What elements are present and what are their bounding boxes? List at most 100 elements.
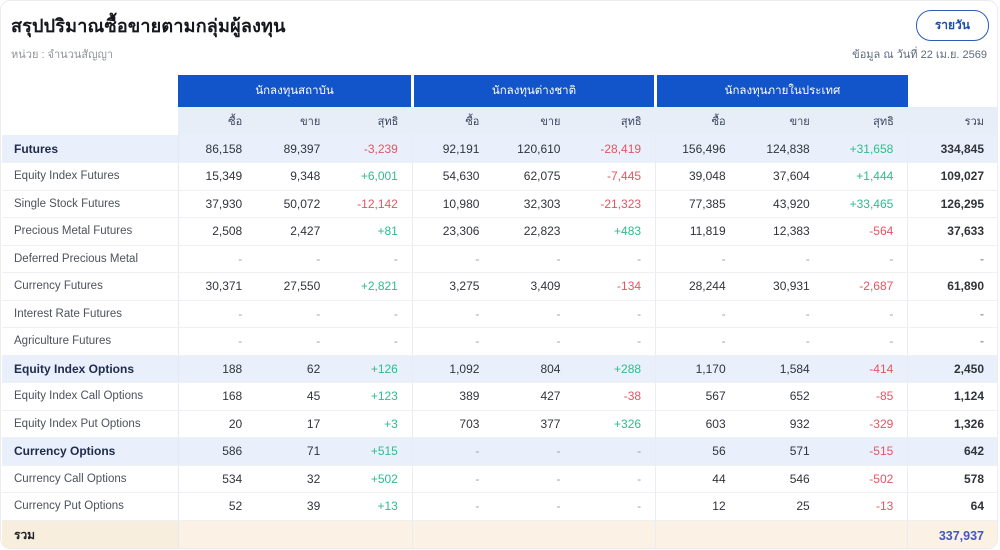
value-cell: +126: [334, 355, 413, 383]
value-cell: 23,306: [412, 217, 494, 246]
value-cell: -: [655, 300, 740, 328]
value-cell: -: [823, 327, 909, 356]
value-cell: +483: [574, 217, 657, 246]
value-cell: -: [574, 300, 657, 328]
value-cell: -515: [823, 437, 909, 466]
value-cell: 2,427: [256, 217, 335, 246]
value-cell: +502: [334, 465, 413, 493]
total-cell: 334,845: [907, 135, 997, 163]
value-cell: 86,158: [178, 135, 257, 163]
value-cell: -: [334, 300, 413, 328]
value-cell: 586: [178, 437, 257, 466]
value-cell: -21,323: [574, 190, 657, 218]
value-cell: -: [334, 327, 413, 356]
value-cell: -: [574, 492, 657, 521]
value-cell: +81: [334, 217, 413, 246]
value-cell: 1,584: [739, 355, 824, 383]
value-cell: [574, 520, 657, 548]
value-cell: 45: [256, 382, 335, 411]
row-label: Equity Index Call Options: [2, 382, 179, 411]
value-cell: 27,550: [256, 272, 335, 301]
value-cell: 71: [256, 437, 335, 466]
investor-volume-table: นักลงทุนสถาบัน นักลงทุนต่างชาติ นักลงทุน…: [2, 75, 997, 548]
table-row: Futures 86,158 89,397 -3,239 92,191 120,610 -2…: [2, 135, 997, 163]
page-title: สรุปปริมาณซื้อขายตามกลุ่มผู้ลงทุน: [11, 16, 286, 36]
value-cell: -: [574, 327, 657, 356]
value-cell: 28,244: [655, 272, 740, 301]
value-cell: 44: [655, 465, 740, 493]
value-cell: -: [493, 300, 575, 328]
daily-period-button[interactable]: รายวัน: [915, 10, 989, 41]
value-cell: 2,508: [178, 217, 257, 246]
value-cell: -: [574, 437, 657, 466]
value-cell: -: [493, 465, 575, 493]
value-cell: 77,385: [655, 190, 740, 218]
total-cell: 126,295: [907, 190, 997, 218]
table-row: Equity Index Put Options 20 17 +3 703 377 +326…: [2, 410, 997, 438]
value-cell: 22,823: [493, 217, 575, 246]
row-label: Deferred Precious Metal: [2, 245, 179, 273]
value-cell: -: [412, 327, 494, 356]
value-cell: -: [256, 327, 335, 356]
as-of-date: ข้อมูล ณ วันที่ 22 เม.ย. 2569: [852, 49, 987, 61]
value-cell: +326: [574, 410, 657, 438]
value-cell: 30,931: [739, 272, 824, 301]
value-cell: 50,072: [256, 190, 335, 218]
row-label: Equity Index Futures: [2, 162, 179, 191]
value-cell: -: [574, 465, 657, 493]
total-cell: 578: [907, 465, 997, 493]
value-cell: 932: [739, 410, 824, 438]
group-header-foreign: นักลงทุนต่างชาติ: [410, 75, 656, 107]
value-cell: +288: [574, 355, 657, 383]
value-cell: -7,445: [574, 162, 657, 191]
value-cell: 30,371: [178, 272, 257, 301]
value-cell: 89,397: [256, 135, 335, 163]
value-cell: -: [256, 300, 335, 328]
value-cell: 3,409: [493, 272, 575, 301]
row-label: Agriculture Futures: [2, 327, 179, 356]
row-label: Futures: [2, 135, 179, 163]
value-cell: 37,604: [739, 162, 824, 191]
value-cell: -: [739, 300, 824, 328]
value-cell: -: [493, 327, 575, 356]
value-cell: 20: [178, 410, 257, 438]
total-cell: -: [907, 327, 997, 356]
total-cell: 1,326: [907, 410, 997, 438]
sub-header-row: ซื้อ ขาย สุทธิ ซื้อ ขาย สุทธิ ซื้อ ขาย ส…: [2, 107, 997, 135]
value-cell: 10,980: [412, 190, 494, 218]
value-cell: -564: [823, 217, 909, 246]
group-header-institution: นักลงทุนสถาบัน: [178, 75, 413, 107]
value-cell: [178, 520, 257, 548]
value-cell: 92,191: [412, 135, 494, 163]
value-cell: -: [493, 245, 575, 273]
row-label: Currency Put Options: [2, 492, 179, 521]
card-header: สรุปปริมาณซื้อขายตามกลุ่มผู้ลงทุน หน่วย …: [1, 1, 997, 75]
value-cell: 15,349: [178, 162, 257, 191]
value-cell: -134: [574, 272, 657, 301]
value-cell: +3: [334, 410, 413, 438]
value-cell: 124,838: [739, 135, 824, 163]
row-label: Currency Call Options: [2, 465, 179, 493]
total-cell: 64: [907, 492, 997, 521]
value-cell: 188: [178, 355, 257, 383]
value-cell: +13: [334, 492, 413, 521]
value-cell: 12: [655, 492, 740, 521]
table-row: Interest Rate Futures - - - - - - - - - -: [2, 300, 997, 328]
value-cell: -: [823, 300, 909, 328]
col-net: สุทธิ: [823, 107, 908, 135]
value-cell: -12,142: [334, 190, 413, 218]
value-cell: 534: [178, 465, 257, 493]
value-cell: -329: [823, 410, 909, 438]
table-row: Currency Call Options 534 32 +502- - -44 546 -5…: [2, 465, 997, 493]
total-cell: 2,450: [907, 355, 997, 383]
col-net: สุทธิ: [574, 107, 656, 135]
value-cell: 652: [739, 382, 824, 411]
value-cell: [739, 520, 824, 548]
value-cell: 1,092: [412, 355, 494, 383]
value-cell: 52: [178, 492, 257, 521]
value-cell: -: [334, 245, 413, 273]
col-sell: ขาย: [256, 107, 335, 135]
value-cell: 12,383: [739, 217, 824, 246]
row-label: Equity Index Options: [2, 355, 179, 383]
value-cell: -28,419: [574, 135, 657, 163]
